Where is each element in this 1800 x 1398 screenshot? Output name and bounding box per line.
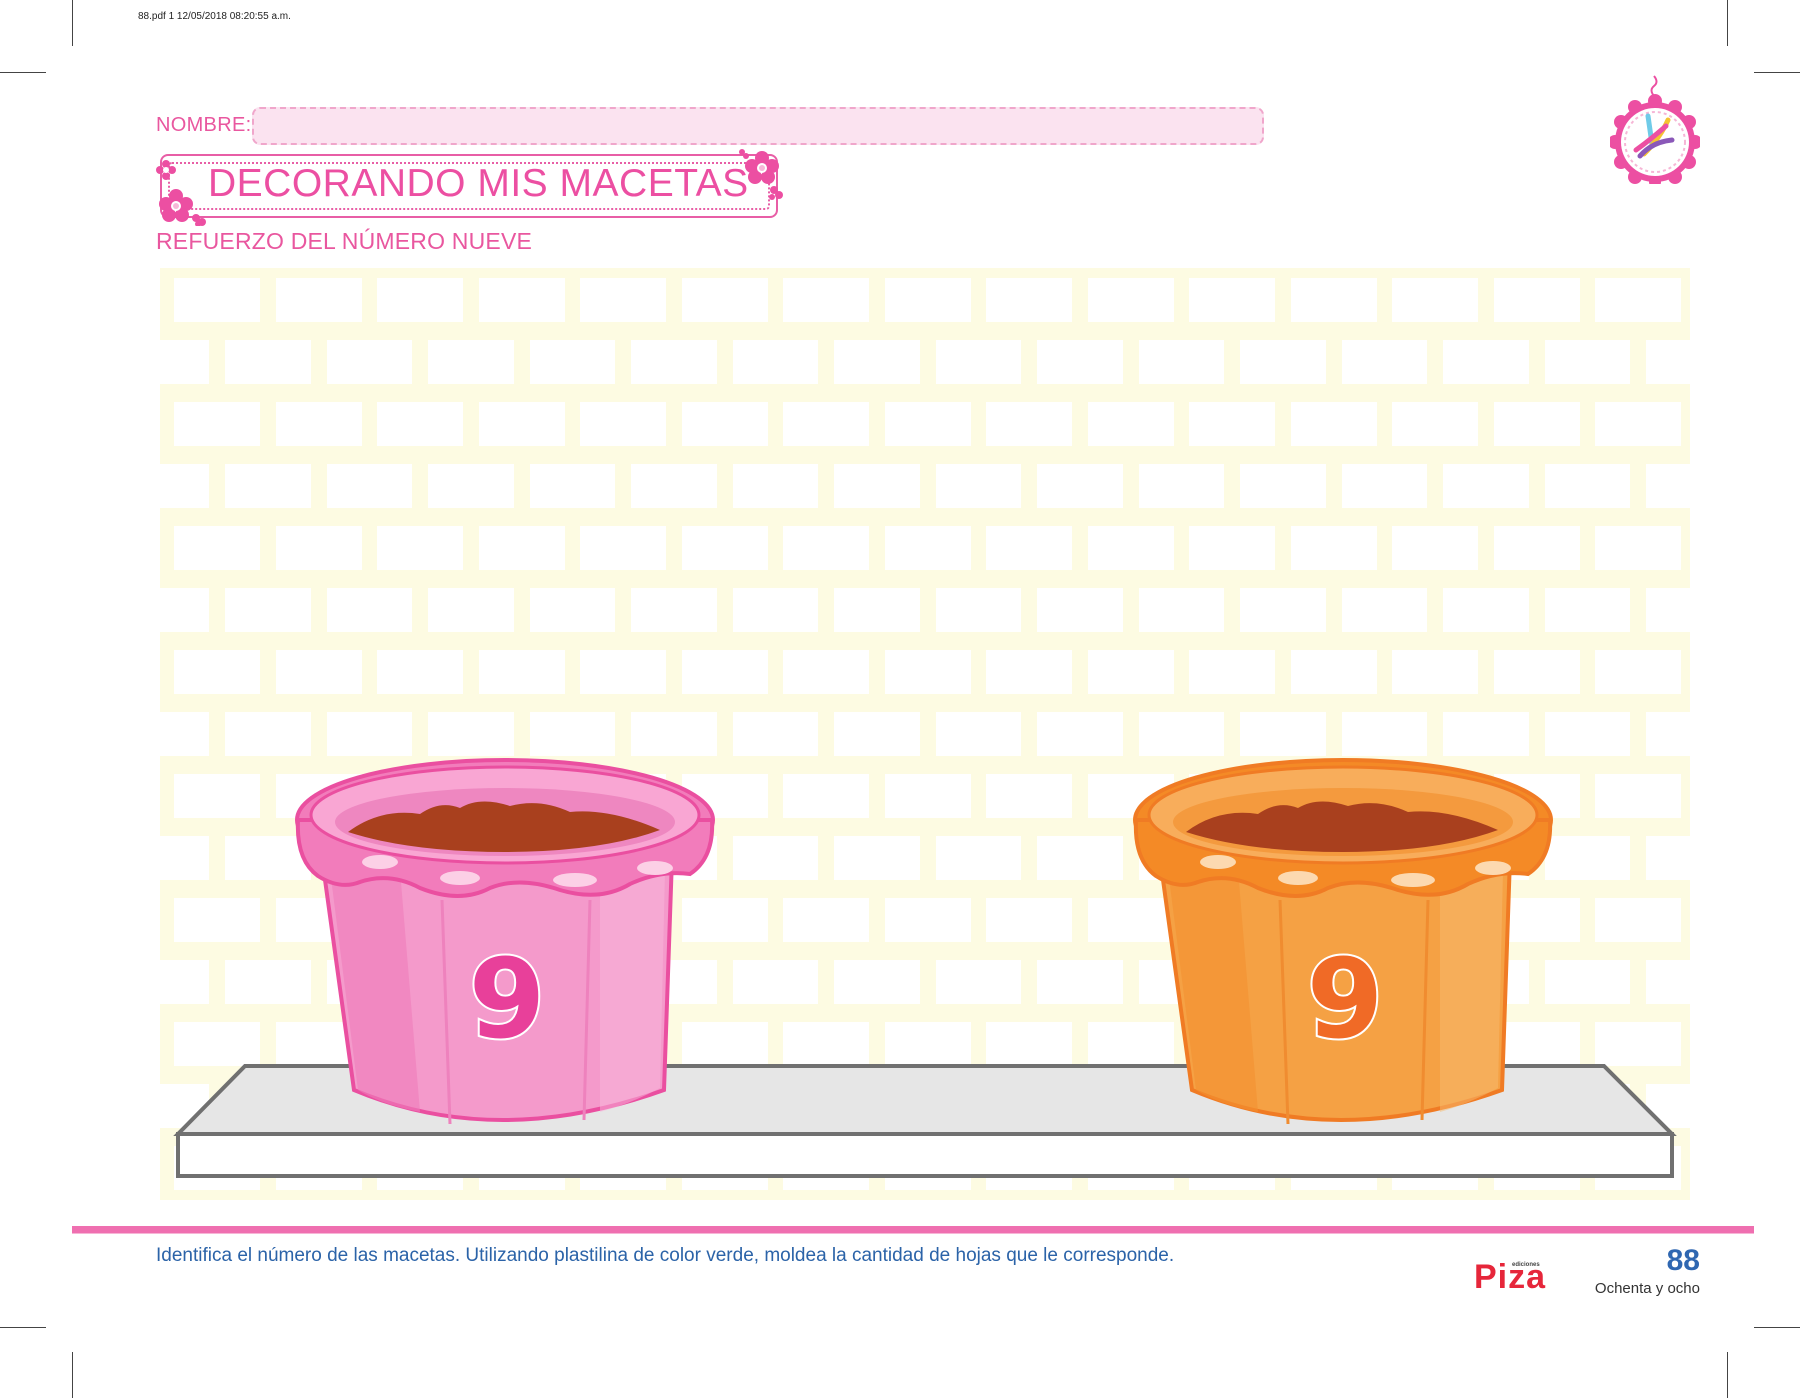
shelf-scene — [173, 758, 1677, 1178]
pot-number-orange: 9 — [1305, 935, 1386, 1063]
instruction-text: Identifica el número de las macetas. Uti… — [156, 1245, 1175, 1266]
pot-number-pink: 9 — [467, 935, 548, 1063]
publisher-tagline: ediciones — [1512, 1262, 1540, 1268]
page-number: 88 — [1666, 1244, 1700, 1277]
page-number-words: Ochenta y ocho — [1594, 1280, 1700, 1297]
footer-divider — [72, 1226, 1754, 1234]
